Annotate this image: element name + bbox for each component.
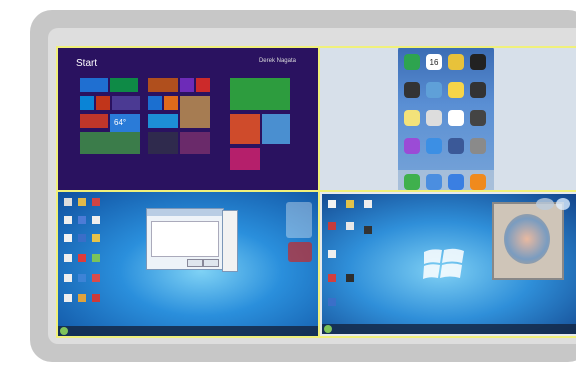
desktop-icon [64,198,72,206]
desktop-icon [64,254,72,262]
phone-icon [404,174,420,190]
notes-icon [404,110,420,126]
desktop-icon [92,254,100,262]
red-tile [80,114,108,128]
desktop-icon [78,294,86,302]
ios-dock [398,170,494,190]
news-tile [230,78,290,110]
win7-logo-desktop-screenshot[interactable] [318,190,576,338]
weather-temp: 64° [114,118,127,127]
messages-icon [404,54,420,70]
camera-icon [470,54,486,70]
user-name: Derek Nagata [258,58,296,64]
dialog-titlebar [147,209,223,216]
weather-icon [448,82,464,98]
maps-icon [426,82,442,98]
sports-tile [262,114,290,144]
app-store-icon [426,138,442,154]
skype-tile [80,96,94,110]
calendar-icon: 16 [426,54,442,70]
food-tile [180,96,210,128]
ie-tile [148,96,162,110]
desktop-icon [92,274,100,282]
desktop-icon [328,298,336,306]
desktop-icon [64,294,72,302]
win7-desktop [322,194,576,334]
gadget-panel [288,242,312,262]
screenshot-grid: Start Derek Nagata 64° 16 [56,46,576,338]
desktop-icon [364,226,372,234]
desktop-icon [78,274,86,282]
reminders-icon [426,110,442,126]
desktop-icon [64,274,72,282]
photos-icon [448,54,464,70]
settings-icon [470,138,486,154]
calendar-tile [110,78,138,92]
start-orb-icon[interactable] [324,325,332,333]
desktop-icon [328,222,336,230]
taskbar [322,324,576,334]
desktop-icon [78,254,86,262]
music-icon [470,174,486,190]
dialog-window[interactable] [146,208,224,270]
stocks-icon [470,82,486,98]
start-orb-icon[interactable] [60,327,68,335]
cancel-button[interactable] [203,259,219,267]
desktop-icon [328,274,336,282]
safari-icon [448,174,464,190]
gadget-icon [556,198,570,210]
photos-tile [148,78,178,92]
start-label: Start [76,58,98,69]
desktop-icon [92,234,100,242]
desktop-icon [346,222,354,230]
desktop-icon [78,216,86,224]
app-tile [112,96,140,110]
taskbar [58,326,318,336]
win7-desktop [58,192,318,336]
itunes-icon [404,138,420,154]
desktop-icon [64,234,72,242]
win8-start-screenshot[interactable]: Start Derek Nagata 64° [56,46,320,192]
mail-icon [426,174,442,190]
clock-icon [448,110,464,126]
desktop-icon [346,274,354,282]
desktop-icon [364,200,372,208]
artwork-image [504,214,550,264]
iphone-screen: 16 [398,48,494,190]
gadget-icon [536,198,554,210]
small-tile [180,78,194,92]
dialog-list[interactable] [151,221,219,257]
desktop-icon [92,294,100,302]
help-tile [164,96,178,110]
desktop-icon [64,216,72,224]
videos-icon [404,82,420,98]
artwork-window [492,202,564,280]
desktop-icon [92,216,100,224]
side-window [222,210,238,272]
people-tile [96,96,110,110]
travel-tile [230,114,260,144]
music-tile [230,148,260,170]
ok-button[interactable] [187,259,203,267]
small-tile [196,78,210,92]
desktop-icon [346,200,354,208]
desktop-icon [328,200,336,208]
desktop-icon [78,198,86,206]
win7-desktop-screenshot[interactable] [56,190,320,338]
desktop-icon [78,234,86,242]
desktop-icon [92,198,100,206]
games-tile [180,132,210,154]
maps-tile [80,132,140,154]
mail-tile [80,78,108,92]
ios-home-screenshot[interactable]: 16 [318,46,576,192]
game-center-icon [470,110,486,126]
gadget-panel [286,202,312,238]
windows-logo-icon [423,248,464,279]
desktop-tile [148,132,178,154]
desktop-icon [328,250,336,258]
facebook-icon [448,138,464,154]
store-tile [148,114,178,128]
